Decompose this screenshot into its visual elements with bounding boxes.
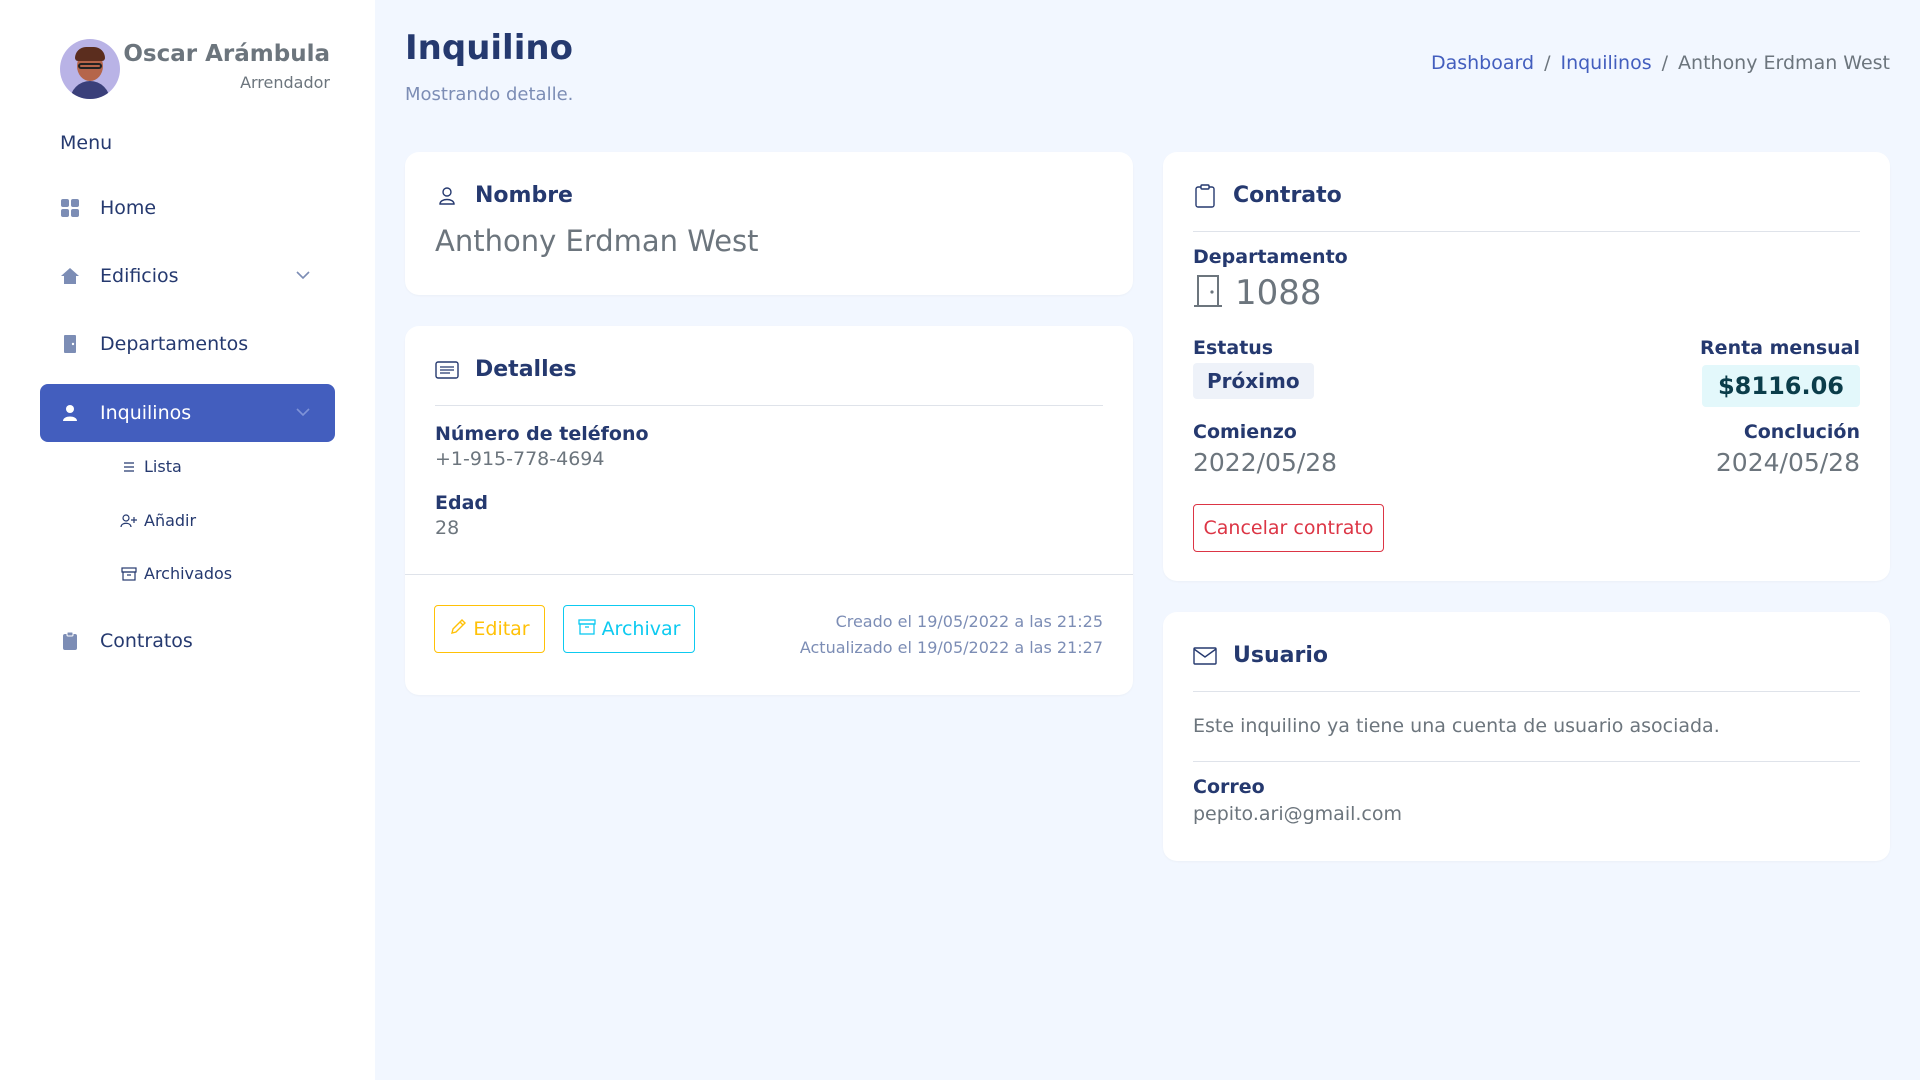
archive-icon [577, 618, 596, 641]
department-value: 1088 [1235, 273, 1322, 313]
usuario-card-title: Usuario [1233, 643, 1328, 668]
person-icon [60, 403, 80, 423]
usuario-card: Usuario Este inquilino ya tiene una cuen… [1163, 612, 1890, 861]
user-account-message: Este inquilino ya tiene una cuenta de us… [1193, 715, 1720, 737]
updated-timestamp: Actualizado el 19/05/2022 a las 21:27 [799, 638, 1103, 657]
divider [435, 405, 1103, 406]
breadcrumb: Dashboard / Inquilinos / Anthony Erdman … [1431, 52, 1890, 74]
archive-button[interactable]: Archivar [563, 605, 695, 653]
breadcrumb-dashboard[interactable]: Dashboard [1431, 52, 1534, 74]
person-add-icon [120, 512, 138, 530]
door-icon [60, 334, 80, 354]
menu-title: Menu [60, 132, 113, 154]
detalles-card: Detalles Número de teléfono +1-915-778-4… [405, 326, 1133, 695]
profile-role: Arrendador [240, 73, 330, 92]
pencil-icon [449, 618, 467, 641]
breadcrumb-separator: / [1544, 52, 1551, 74]
user-profile[interactable]: Oscar Arámbula Arrendador [60, 39, 330, 101]
usuario-card-header: Usuario [1193, 643, 1328, 668]
sidebar-item-inquilinos[interactable]: Inquilinos [40, 384, 335, 442]
breadcrumb-current: Anthony Erdman West [1678, 52, 1890, 74]
sidebar-item-contratos[interactable]: Contratos [40, 612, 335, 670]
door-outline-icon [1193, 274, 1223, 312]
page-subtitle: Mostrando detalle. [405, 84, 574, 105]
person-outline-icon [435, 184, 459, 208]
divider [1193, 231, 1860, 232]
divider [405, 574, 1133, 575]
created-timestamp: Creado el 19/05/2022 a las 21:25 [835, 612, 1103, 631]
age-value: 28 [435, 517, 460, 539]
sidebar-item-departamentos[interactable]: Departamentos [40, 315, 335, 373]
sidebar: Oscar Arámbula Arrendador Menu Home Edif… [0, 0, 375, 1080]
archive-icon [120, 565, 138, 583]
nombre-card: Nombre Anthony Erdman West [405, 152, 1133, 295]
contrato-card-title: Contrato [1233, 183, 1342, 208]
breadcrumb-inquilinos[interactable]: Inquilinos [1560, 52, 1651, 74]
sidebar-subitem-label: Añadir [144, 511, 197, 530]
sidebar-subitem-label: Archivados [144, 564, 233, 583]
document-text-icon [435, 358, 459, 382]
envelope-icon [1193, 644, 1217, 668]
edit-button[interactable]: Editar [434, 605, 545, 653]
start-value: 2022/05/28 [1193, 448, 1338, 477]
sidebar-subitem-archivados[interactable]: Archivados [120, 564, 232, 583]
detalles-card-title: Detalles [475, 357, 577, 382]
detalles-card-header: Detalles [435, 357, 577, 382]
sidebar-item-label: Edificios [100, 265, 179, 287]
sidebar-subitem-anadir[interactable]: Añadir [120, 511, 196, 530]
sidebar-subitem-lista[interactable]: Lista [120, 457, 182, 476]
email-value: pepito.ari@gmail.com [1193, 803, 1402, 825]
contrato-card: Contrato Departamento 1088 Estatus Próxi… [1163, 152, 1890, 581]
avatar[interactable] [60, 39, 120, 99]
divider [1193, 691, 1860, 692]
sidebar-item-label: Contratos [100, 630, 193, 652]
phone-value: +1-915-778-4694 [435, 448, 605, 470]
chevron-down-icon[interactable] [293, 265, 313, 285]
divider [1193, 761, 1860, 762]
phone-label: Número de teléfono [435, 423, 649, 445]
end-value: 2024/05/28 [1715, 448, 1860, 477]
end-label: Conclución [1743, 421, 1860, 443]
email-label: Correo [1193, 776, 1265, 798]
sidebar-item-label: Departamentos [100, 333, 249, 355]
sidebar-item-edificios[interactable]: Edificios [40, 247, 335, 305]
chevron-down-icon[interactable] [293, 402, 313, 422]
department-value-row: 1088 [1193, 273, 1322, 313]
rent-label: Renta mensual [1700, 337, 1860, 359]
clipboard-outline-icon [1193, 183, 1217, 208]
nombre-card-header: Nombre [435, 183, 573, 208]
list-icon [120, 458, 138, 476]
status-badge: Próximo [1193, 363, 1314, 399]
contrato-card-header: Contrato [1193, 183, 1342, 208]
house-icon [60, 266, 80, 286]
sidebar-item-label: Home [100, 197, 157, 219]
page-title: Inquilino [405, 28, 573, 68]
department-label: Departamento [1193, 246, 1348, 268]
start-label: Comienzo [1193, 421, 1297, 443]
profile-name: Oscar Arámbula [123, 41, 330, 67]
clipboard-icon [60, 631, 80, 651]
sidebar-item-home[interactable]: Home [40, 179, 335, 237]
grid-icon [60, 198, 80, 218]
breadcrumb-separator: / [1661, 52, 1669, 74]
nombre-card-title: Nombre [475, 183, 573, 208]
age-label: Edad [435, 492, 489, 514]
tenant-name: Anthony Erdman West [435, 224, 759, 258]
sidebar-subitem-label: Lista [144, 457, 182, 476]
status-label: Estatus [1193, 337, 1274, 359]
edit-button-label: Editar [473, 618, 530, 640]
rent-badge: $8116.06 [1701, 365, 1860, 407]
sidebar-item-label: Inquilinos [100, 402, 192, 424]
cancel-contract-button[interactable]: Cancelar contrato [1193, 504, 1384, 552]
timestamps: Creado el 19/05/2022 a las 21:25 Actuali… [800, 609, 1103, 661]
archive-button-label: Archivar [601, 618, 681, 640]
